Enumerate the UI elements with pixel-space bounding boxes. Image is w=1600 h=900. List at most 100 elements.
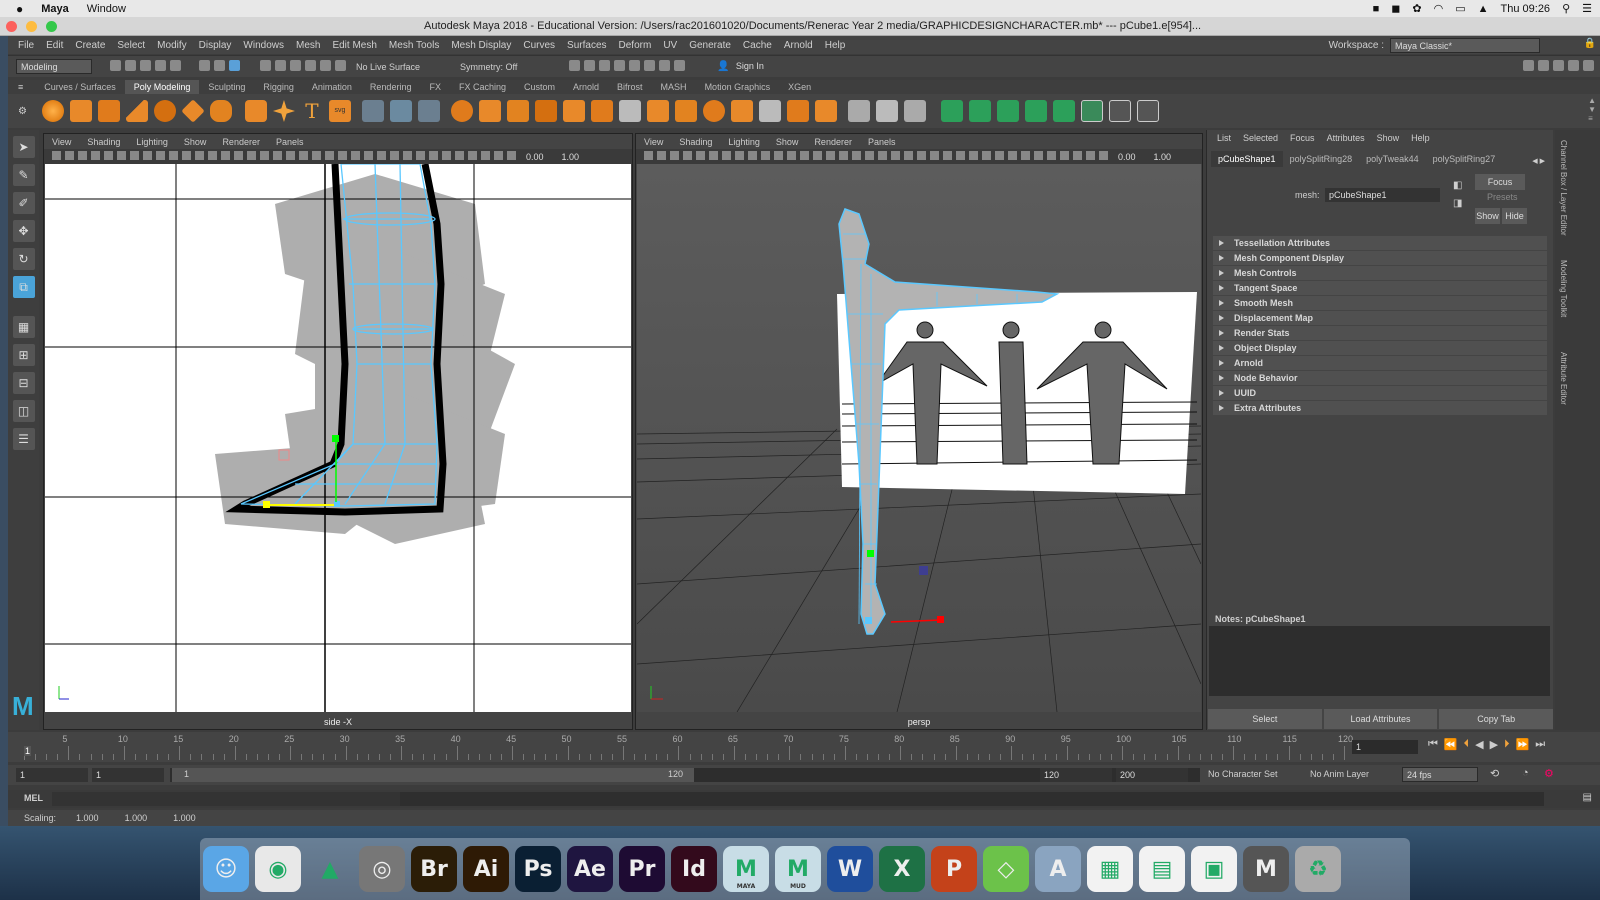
attr-tab-polysplitring27[interactable]: polySplitRing27 xyxy=(1426,151,1503,167)
menu-deform[interactable]: Deform xyxy=(619,40,652,51)
word-dock-icon[interactable]: W xyxy=(827,846,873,892)
poly-plane-icon[interactable] xyxy=(181,99,205,123)
section-mesh-component-display[interactable]: Mesh Component Display xyxy=(1213,251,1547,265)
trash-dock-icon[interactable]: ♻ xyxy=(1295,846,1341,892)
poly-cylinder-icon[interactable] xyxy=(97,100,120,122)
auto-key-icon[interactable]: ◔ xyxy=(1522,767,1529,779)
separate-icon[interactable] xyxy=(478,100,501,122)
viewport-right-menu-shading[interactable]: Shading xyxy=(679,137,712,147)
search-icon[interactable]: ⚲ xyxy=(1562,2,1570,15)
viewport-right-tool-icon[interactable] xyxy=(813,151,822,160)
mudbox-dock-icon[interactable]: M MUD xyxy=(775,846,821,892)
viewport-right-menu-renderer[interactable]: Renderer xyxy=(814,137,852,147)
select-hierarchy-icon[interactable] xyxy=(199,59,210,71)
expand-arrow-icon[interactable] xyxy=(1219,375,1224,381)
mode-dropdown[interactable]: Modeling xyxy=(16,59,92,74)
super-shape-icon[interactable] xyxy=(272,100,295,122)
maps-dock-icon[interactable]: ◇ xyxy=(983,846,1029,892)
offset-loop-icon[interactable] xyxy=(903,100,926,122)
wedge-icon[interactable] xyxy=(786,100,809,122)
viewport-right-tool-icon[interactable] xyxy=(1021,151,1030,160)
apple-icon[interactable]: ● xyxy=(16,2,23,16)
render-icon-6[interactable] xyxy=(644,59,656,71)
shelf-tab-bifrost[interactable]: Bifrost xyxy=(608,80,652,94)
uv-camera-icon[interactable] xyxy=(1052,100,1075,122)
viewport-left-tool-icon[interactable] xyxy=(468,151,477,160)
attribute-editor-tab-scroll[interactable]: ◀ ▶ xyxy=(1532,157,1545,165)
status-icon-2[interactable]: ◼ xyxy=(1391,2,1400,15)
outliner-icon[interactable]: ☰ xyxy=(12,428,35,450)
viewport-left-tool-icon[interactable] xyxy=(403,151,412,160)
viewport-right-tool-icon[interactable] xyxy=(878,151,887,160)
photoshop-dock-icon[interactable]: Ps xyxy=(515,846,561,892)
viewport-left-tool-icon[interactable] xyxy=(208,151,217,160)
anim-start-field[interactable]: 1 xyxy=(16,768,88,782)
viewport-right-tool-icon[interactable] xyxy=(709,151,718,160)
align-icon[interactable] xyxy=(389,100,412,122)
load-attributes-button[interactable]: Load Attributes xyxy=(1323,709,1438,729)
toggle-icon-5[interactable] xyxy=(1583,60,1594,71)
toggle-icon-2[interactable] xyxy=(1538,60,1549,71)
menu-display[interactable]: Display xyxy=(199,40,232,51)
workspace-dropdown[interactable]: Maya Classic* xyxy=(1390,38,1540,53)
attr-menu-list[interactable]: List xyxy=(1217,133,1231,143)
combine-icon[interactable] xyxy=(450,100,473,122)
mesh-icon-2[interactable]: ◨ xyxy=(1453,198,1462,209)
powerpoint-dock-icon[interactable]: P xyxy=(931,846,977,892)
focus-button[interactable]: Focus xyxy=(1475,174,1525,190)
shelf-menu-icon[interactable]: ≡ xyxy=(18,82,23,92)
move-tool-icon[interactable]: ✥ xyxy=(12,220,35,242)
viewport-left-tool-icon[interactable] xyxy=(221,151,230,160)
live-surface-label[interactable]: No Live Surface xyxy=(356,62,420,72)
menu-arnold[interactable]: Arnold xyxy=(784,40,813,51)
viewport-right-tool-icon[interactable] xyxy=(670,151,679,160)
viewport-left-tool-icon[interactable] xyxy=(481,151,490,160)
paint-select-icon[interactable]: ✐ xyxy=(12,192,35,214)
viewport-left-tool-icon[interactable] xyxy=(195,151,204,160)
viewport-left-tool-icon[interactable] xyxy=(156,151,165,160)
vp-gamma-value-persp[interactable]: 1.00 xyxy=(1154,152,1172,162)
viewport-right-tool-icon[interactable] xyxy=(800,151,809,160)
save-scene-icon[interactable] xyxy=(140,59,151,71)
viewport-right-tool-icon[interactable] xyxy=(943,151,952,160)
viewport-left-tool-icon[interactable] xyxy=(117,151,126,160)
bevel-icon[interactable] xyxy=(674,100,697,122)
uv-unfold-icon[interactable] xyxy=(1136,100,1159,122)
vp-exposure-value-persp[interactable]: 0.00 xyxy=(1118,152,1136,162)
menu-curves[interactable]: Curves xyxy=(523,40,555,51)
expand-arrow-icon[interactable] xyxy=(1219,405,1224,411)
poly-sphere-icon[interactable] xyxy=(41,100,64,122)
viewport-right-tool-icon[interactable] xyxy=(839,151,848,160)
menu-windows[interactable]: Windows xyxy=(243,40,284,51)
shelf-tab-mash[interactable]: MASH xyxy=(652,80,696,94)
mirror-icon[interactable] xyxy=(590,100,613,122)
viewport-right-tool-icon[interactable] xyxy=(1060,151,1069,160)
render-icon-3[interactable] xyxy=(599,59,611,71)
viewport-right-tool-icon[interactable] xyxy=(995,151,1004,160)
section-smooth-mesh[interactable]: Smooth Mesh xyxy=(1213,296,1547,310)
fill-hole-icon[interactable] xyxy=(702,100,725,122)
persp-manip-z[interactable] xyxy=(919,566,928,575)
fps-dropdown[interactable]: 24 fps xyxy=(1402,767,1478,782)
toggle-icon-4[interactable] xyxy=(1568,60,1579,71)
viewport-right-tool-icon[interactable] xyxy=(644,151,653,160)
persp-manip-green[interactable] xyxy=(867,550,874,557)
viewport-left-tool-icon[interactable] xyxy=(273,151,282,160)
viewport-left-menu-panels[interactable]: Panels xyxy=(276,137,304,147)
document-dock-icon[interactable]: ▤ xyxy=(1139,846,1185,892)
side-tab-attribute-editor[interactable]: Attribute Editor xyxy=(1559,352,1568,405)
viewport-right-tool-icon[interactable] xyxy=(917,151,926,160)
screen-dock-icon[interactable]: ▣ xyxy=(1191,846,1237,892)
bridge-icon[interactable] xyxy=(646,100,669,122)
loop-icon[interactable]: ⟲ xyxy=(1490,767,1499,780)
viewport-left-tool-icon[interactable] xyxy=(364,151,373,160)
viewport-left-tool-icon[interactable] xyxy=(416,151,425,160)
platonic-icon[interactable] xyxy=(244,100,267,122)
viewport-left-tool-icon[interactable] xyxy=(91,151,100,160)
viewport-right-tool-icon[interactable] xyxy=(891,151,900,160)
persp-manip-blue-vertex[interactable] xyxy=(865,617,872,624)
premiere-dock-icon[interactable]: Pr xyxy=(619,846,665,892)
section-render-stats[interactable]: Render Stats xyxy=(1213,326,1547,340)
list-icon[interactable]: ☰ xyxy=(1582,2,1592,15)
snap-surface-icon[interactable] xyxy=(320,59,331,71)
